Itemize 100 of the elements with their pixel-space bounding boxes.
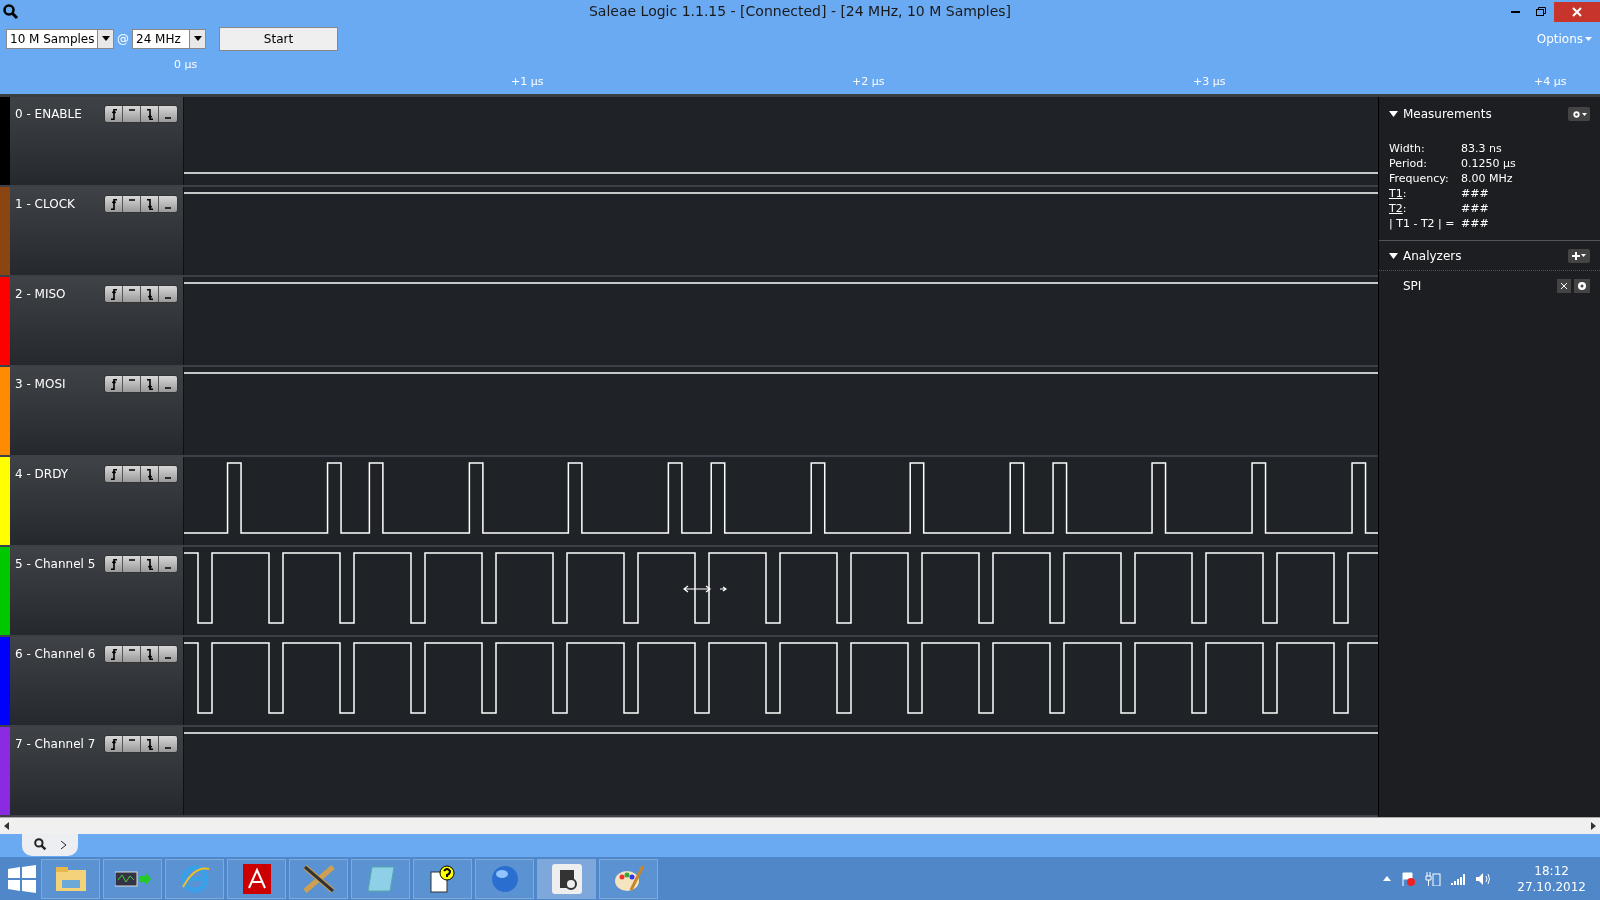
rising-edge-trigger-button[interactable] <box>105 286 123 303</box>
falling-edge-trigger-button[interactable] <box>141 556 159 573</box>
show-hidden-icons-icon[interactable] <box>1383 876 1392 882</box>
caret-icon <box>1581 112 1587 116</box>
falling-edge-icon <box>146 378 153 390</box>
time-tick-label: +1 µs <box>511 74 544 91</box>
channel-name: 5 - Channel 5 <box>15 556 96 574</box>
rising-edge-trigger-button[interactable] <box>105 106 123 123</box>
high-level-trigger-button[interactable] <box>123 106 141 123</box>
low-level-trigger-button[interactable] <box>159 646 177 663</box>
low-level-trigger-button[interactable] <box>159 286 177 303</box>
folder-icon <box>54 865 87 892</box>
measurement-value: ### <box>1461 216 1489 231</box>
low-level-icon <box>165 747 171 750</box>
search-tab[interactable] <box>22 833 78 856</box>
low-level-icon <box>165 477 171 480</box>
measurement-label[interactable]: T2: <box>1389 202 1407 216</box>
rising-edge-trigger-button[interactable] <box>105 556 123 573</box>
waveform-monitor-icon <box>114 869 151 888</box>
time-tick-label: +3 µs <box>1193 74 1226 91</box>
taskbar-button[interactable] <box>103 858 162 899</box>
falling-edge-icon <box>146 468 153 480</box>
measurement-label: Frequency: <box>1389 172 1449 186</box>
low-level-trigger-button[interactable] <box>159 556 177 573</box>
low-level-trigger-button[interactable] <box>159 376 177 393</box>
low-level-trigger-button[interactable] <box>159 736 177 753</box>
falling-edge-trigger-button[interactable] <box>141 646 159 663</box>
rising-edge-icon <box>110 468 117 480</box>
falling-edge-trigger-button[interactable] <box>141 286 159 303</box>
analyzer-settings-button[interactable] <box>1574 279 1590 294</box>
start-button[interactable]: Start <box>219 26 338 51</box>
rising-edge-trigger-button[interactable] <box>105 466 123 483</box>
falling-edge-trigger-button[interactable] <box>141 106 159 123</box>
close-icon <box>1561 283 1567 290</box>
settings-icon <box>1577 281 1587 292</box>
taskbar-button[interactable] <box>413 858 472 899</box>
time-tick-label: +2 µs <box>852 74 885 91</box>
measurement-value: 8.00 MHz <box>1461 171 1513 186</box>
taskbar-button[interactable] <box>227 858 286 899</box>
paint-palette-icon <box>612 863 645 894</box>
close-icon <box>1572 6 1582 17</box>
taskbar-button[interactable] <box>289 858 348 899</box>
high-level-icon <box>128 559 135 562</box>
notepad-icon <box>365 864 396 893</box>
low-level-trigger-button[interactable] <box>159 466 177 483</box>
settings-button[interactable] <box>1568 107 1590 122</box>
measurement-label: | T1 - T2 | = <box>1389 217 1455 231</box>
low-level-icon <box>165 567 171 570</box>
remove-analyzer-button[interactable] <box>1557 279 1571 294</box>
low-level-trigger-button[interactable] <box>159 106 177 123</box>
falling-edge-trigger-button[interactable] <box>141 736 159 753</box>
close-button[interactable] <box>1554 1 1600 22</box>
taskbar-button[interactable] <box>537 858 596 899</box>
high-level-trigger-button[interactable] <box>123 376 141 393</box>
collapse-triangle-icon[interactable] <box>1389 111 1398 118</box>
at-sign: @ <box>117 30 129 48</box>
clock-date[interactable]: 27.10.2012 <box>1517 878 1586 895</box>
low-level-trigger-button[interactable] <box>159 196 177 213</box>
section-title: Analyzers <box>1403 247 1462 265</box>
signal-bars-icon[interactable] <box>1451 872 1466 885</box>
high-level-trigger-button[interactable] <box>123 556 141 573</box>
dropdown-arrow-icon <box>193 36 202 42</box>
high-level-trigger-button[interactable] <box>123 646 141 663</box>
measurement-label: Width: <box>1389 142 1425 156</box>
samples-dropdown[interactable]: 10 M Samples <box>6 28 114 49</box>
clock-time[interactable]: 18:12 <box>1534 862 1569 879</box>
falling-edge-icon <box>146 198 153 210</box>
rising-edge-trigger-button[interactable] <box>105 736 123 753</box>
high-level-trigger-button[interactable] <box>123 286 141 303</box>
falling-edge-trigger-button[interactable] <box>141 376 159 393</box>
high-level-icon <box>128 469 135 472</box>
search-icon <box>3 3 19 20</box>
high-level-icon <box>128 379 135 382</box>
falling-edge-trigger-button[interactable] <box>141 466 159 483</box>
falling-edge-icon <box>146 558 153 570</box>
measurement-value: 83.3 ns <box>1461 141 1502 156</box>
low-level-icon <box>165 297 171 300</box>
falling-edge-trigger-button[interactable] <box>141 196 159 213</box>
flag-error-icon[interactable] <box>1401 871 1416 886</box>
speaker-icon[interactable] <box>1475 871 1492 886</box>
collapse-triangle-icon[interactable] <box>1389 252 1398 259</box>
start-windows-icon[interactable] <box>6 863 38 894</box>
settings-icon <box>1571 109 1581 119</box>
rising-edge-trigger-button[interactable] <box>105 196 123 213</box>
help-document-icon <box>429 863 456 894</box>
rising-edge-trigger-button[interactable] <box>105 376 123 393</box>
channel-name: 1 - CLOCK <box>15 196 75 214</box>
channel-name: 3 - MOSI <box>15 376 66 394</box>
add-analyzer-button[interactable] <box>1568 248 1590 263</box>
rising-edge-icon <box>110 378 117 390</box>
section-title: Measurements <box>1403 106 1492 124</box>
battery-plug-icon[interactable] <box>1425 871 1442 886</box>
high-level-trigger-button[interactable] <box>123 196 141 213</box>
high-level-trigger-button[interactable] <box>123 736 141 753</box>
high-level-trigger-button[interactable] <box>123 466 141 483</box>
rising-edge-trigger-button[interactable] <box>105 646 123 663</box>
time-tick-label: 0 µs <box>174 57 198 74</box>
rate-dropdown[interactable]: 24 MHz <box>132 28 206 49</box>
measurement-label[interactable]: T1: <box>1389 187 1407 201</box>
channel-name: 0 - ENABLE <box>15 106 82 124</box>
